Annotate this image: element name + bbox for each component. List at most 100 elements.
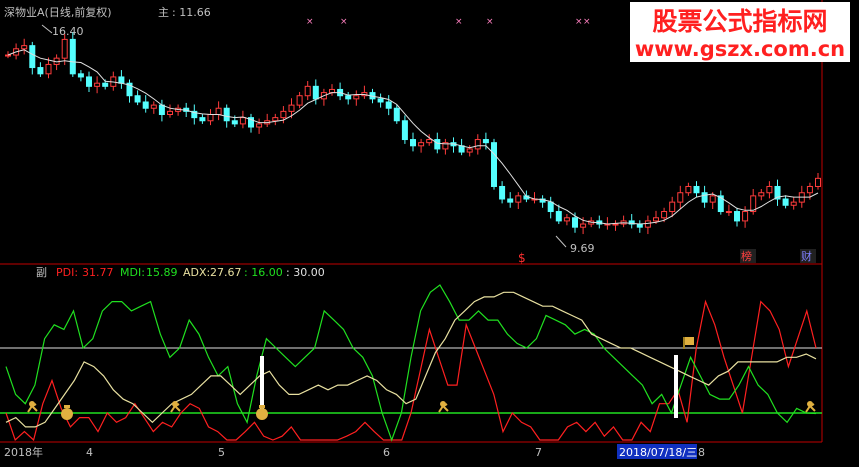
candle-body — [102, 82, 109, 87]
candle-body — [758, 192, 765, 197]
mdi-value: 15.89 — [146, 266, 178, 279]
candle-body — [515, 195, 522, 203]
x-label: 6 — [383, 446, 390, 459]
candle-body — [661, 211, 668, 219]
x-label: 2018年 — [4, 445, 43, 459]
candle-body — [215, 107, 222, 116]
candle-body — [612, 223, 619, 226]
candle-body — [256, 123, 263, 128]
candle-body — [507, 198, 514, 203]
candle-body — [94, 82, 101, 87]
candle-body — [644, 220, 651, 228]
x-marker: × — [486, 17, 494, 27]
pdi-line — [5, 299, 817, 442]
candle-body — [21, 45, 28, 50]
candle-body — [61, 38, 68, 59]
s-marker: $ — [518, 251, 526, 265]
candle-body — [134, 95, 141, 103]
candle-body — [288, 104, 295, 112]
candle-body — [296, 95, 303, 106]
candle-body — [806, 185, 813, 194]
candle-body — [77, 73, 84, 78]
candle-body — [547, 201, 554, 213]
main-label: 主 — [158, 6, 169, 19]
candle-body — [466, 148, 473, 153]
indicator-label: 副 — [36, 266, 47, 279]
x-label: 7 — [535, 446, 542, 459]
candle-body — [418, 142, 425, 147]
candle-body — [725, 211, 732, 214]
candle-body — [312, 85, 319, 100]
adx-label: ADX: — [183, 266, 210, 279]
candle-body — [653, 217, 659, 222]
candle-body — [142, 101, 149, 109]
candle-body — [239, 117, 246, 125]
level-16-label: : 16.00 — [244, 266, 283, 279]
cursor-date: 2018/07/18/三 — [619, 446, 697, 459]
x-marker: × — [340, 17, 348, 27]
candle-body — [734, 211, 740, 222]
candle-body — [790, 201, 797, 206]
level-30-label: : 30.00 — [286, 266, 325, 279]
flag-icon — [683, 337, 694, 349]
candle-body — [45, 63, 52, 75]
candle-body — [766, 185, 773, 194]
low-pointer — [555, 235, 567, 248]
candle-body — [709, 195, 716, 203]
candle-body — [410, 139, 416, 147]
x-marker: × — [306, 17, 314, 27]
x-markers: × × × × × × — [306, 17, 591, 27]
moneybag-icon — [61, 405, 73, 420]
runner-icon — [27, 401, 38, 413]
mdi-label: MDI: — [120, 266, 145, 279]
x-label: 4 — [86, 446, 93, 459]
candle-body — [499, 185, 506, 200]
candle-body — [377, 98, 384, 103]
candle-body — [167, 110, 173, 116]
candle-body — [677, 192, 684, 203]
low-label: 9.69 — [570, 242, 595, 255]
high-pointer — [41, 24, 53, 34]
candle-body — [563, 217, 570, 222]
candle-body — [280, 110, 287, 119]
candle-body — [685, 185, 692, 194]
candle-body — [580, 223, 587, 228]
main-value: : 11.66 — [172, 6, 211, 19]
candle-body — [701, 192, 708, 203]
candle-body — [782, 198, 789, 206]
candle-body — [231, 120, 238, 125]
moneybag-icon — [256, 405, 268, 420]
candle-body — [669, 201, 676, 213]
pdi-label: PDI: — [56, 266, 78, 279]
candle-body — [434, 139, 441, 150]
candle-body — [482, 139, 489, 144]
candle-body — [474, 139, 481, 150]
x-marker: × — [455, 17, 463, 27]
candle-body — [29, 45, 36, 69]
pdi-value: 31.77 — [82, 266, 114, 279]
candle-body — [742, 211, 749, 222]
candle-body — [491, 142, 497, 187]
candle-body — [555, 211, 562, 222]
candle-body — [393, 107, 400, 122]
candle-body — [426, 139, 433, 144]
x-label: 5 — [218, 446, 225, 459]
stock-title: 深物业A(日线,前复权) — [4, 5, 112, 19]
candle-body — [118, 76, 125, 84]
stock-chart[interactable]: 深物业A(日线,前复权) 主 : 11.66 股票公式指标网 www.gszx.… — [0, 0, 859, 467]
x-marker: × — [575, 17, 583, 27]
candle-body — [401, 120, 408, 141]
candlestick-series — [5, 32, 821, 235]
x-label: 8 — [698, 446, 705, 459]
candle-body — [815, 177, 821, 187]
watermark-line1: 股票公式指标网 — [652, 7, 827, 36]
candle-body — [458, 145, 465, 153]
runner-icon — [170, 401, 181, 413]
candle-body — [636, 223, 643, 228]
candle-body — [572, 217, 578, 228]
candle-body — [353, 95, 360, 100]
signal-bar — [674, 355, 678, 418]
watermark-line2: www.gszx.com.cn — [635, 37, 845, 61]
bang-marker: 榜 — [741, 249, 752, 263]
candle-body — [86, 76, 92, 87]
